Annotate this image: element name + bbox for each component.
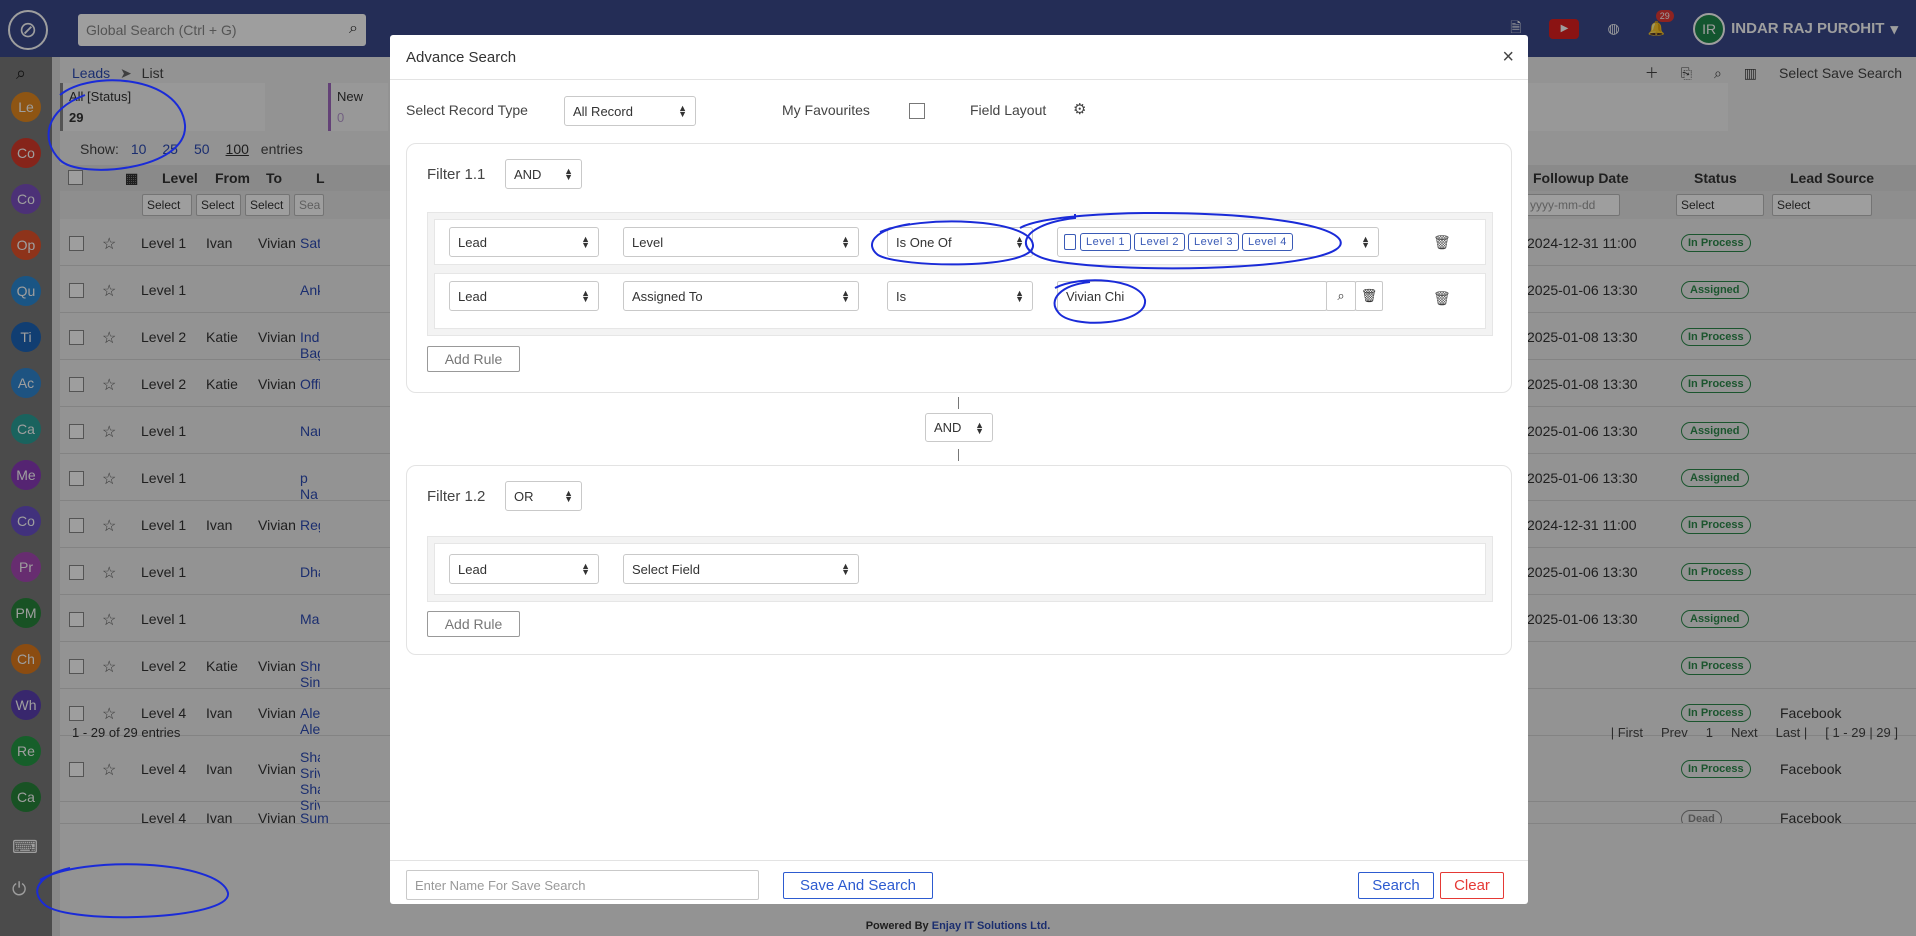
- my-favourites-label: My Favourites: [782, 102, 870, 118]
- rule-value-input[interactable]: Vivian Chi: [1057, 281, 1327, 311]
- rule-field-value: Level: [632, 234, 664, 250]
- select-caret-icon: ▲ ▼: [1015, 288, 1024, 304]
- close-icon[interactable]: ×: [1502, 46, 1514, 69]
- modal-footer: Enter Name For Save Search Save And Sear…: [390, 860, 1528, 904]
- select-caret-icon: ▲ ▼: [581, 561, 590, 577]
- rules-container: Lead ▲ ▼ Level ▲ ▼ Is One Of ▲ ▼ Level 1 Level…: [427, 212, 1493, 336]
- rule-condition-value: Is One Of: [896, 234, 952, 250]
- select-caret-icon: ▲ ▼: [841, 288, 850, 304]
- rule-field-value: Select Field: [632, 561, 700, 577]
- rule-module-value: Lead: [458, 234, 487, 250]
- rule-module-select[interactable]: Lead ▲ ▼: [449, 227, 599, 257]
- filter-group-1: Filter 1.1 AND ▲ ▼ Lead ▲ ▼ Level ▲ ▼ Is One O…: [406, 143, 1512, 393]
- select-caret-icon: ▲ ▼: [841, 234, 850, 250]
- clear-value-icon[interactable]: 🗑: [1355, 281, 1383, 311]
- save-search-name-placeholder: Enter Name For Save Search: [415, 877, 586, 893]
- rule-field-select[interactable]: Select Field ▲ ▼: [623, 554, 859, 584]
- select-caret-icon: ▲ ▼: [1361, 234, 1370, 250]
- rule-row: Lead ▲ ▼ Level ▲ ▼ Is One Of ▲ ▼ Level 1 Level…: [434, 219, 1486, 265]
- rule-row: Lead ▲ ▼ Select Field ▲ ▼: [434, 543, 1486, 595]
- select-caret-icon: ▲ ▼: [975, 420, 984, 436]
- value-tag[interactable]: Level 3: [1187, 233, 1239, 251]
- filter-group-operator-select[interactable]: AND ▲ ▼: [505, 159, 582, 189]
- field-layout-label: Field Layout: [970, 102, 1047, 118]
- select-caret-icon: ▲ ▼: [581, 234, 590, 250]
- rule-value-multiselect[interactable]: Level 1 Level 2 Level 3 Level 4 ▲ ▼: [1057, 227, 1379, 257]
- rule-field-select[interactable]: Level ▲ ▼: [623, 227, 859, 257]
- record-type-select[interactable]: All Record ▲ ▼: [564, 96, 696, 126]
- lookup-search-icon[interactable]: ⌕: [1326, 281, 1356, 311]
- add-rule-button[interactable]: Add Rule: [427, 611, 520, 637]
- rule-field-value: Assigned To: [632, 288, 703, 304]
- filter-group-operator-select[interactable]: OR ▲ ▼: [505, 481, 582, 511]
- record-type-value: All Record: [573, 103, 633, 119]
- add-rule-button[interactable]: Add Rule: [427, 346, 520, 372]
- rule-value-text: Vivian Chi: [1066, 288, 1125, 304]
- rule-condition-select[interactable]: Is ▲ ▼: [887, 281, 1033, 311]
- rule-field-select[interactable]: Assigned To ▲ ▼: [623, 281, 859, 311]
- select-caret-icon: ▲ ▼: [678, 103, 687, 119]
- value-tag[interactable]: Level 2: [1133, 233, 1185, 251]
- filter-group-title: Filter 1.1: [427, 166, 486, 183]
- my-favourites-checkbox[interactable]: [909, 103, 925, 119]
- rule-module-select[interactable]: Lead ▲ ▼: [449, 554, 599, 584]
- value-tag[interactable]: Level 1: [1080, 233, 1131, 251]
- select-caret-icon: ▲ ▼: [564, 166, 573, 182]
- filter-group-2: Filter 1.2 OR ▲ ▼ Lead ▲ ▼ Select Field ▲ ▼ Ad…: [406, 465, 1512, 655]
- select-caret-icon: ▲ ▼: [581, 288, 590, 304]
- connector-line: [958, 397, 959, 409]
- select-caret-icon: ▲ ▼: [1015, 234, 1024, 250]
- group-join-operator-value: AND: [934, 420, 962, 435]
- select-caret-icon: ▲ ▼: [841, 561, 850, 577]
- delete-rule-icon[interactable]: 🗑: [1433, 234, 1451, 251]
- group-join-operator-select[interactable]: AND ▲ ▼: [925, 413, 993, 442]
- filter-group-operator-value: OR: [514, 488, 534, 504]
- search-button[interactable]: Search: [1358, 872, 1434, 899]
- value-tag[interactable]: Level 4: [1241, 233, 1293, 251]
- rule-condition-value: Is: [896, 288, 907, 304]
- rules-container: Lead ▲ ▼ Select Field ▲ ▼: [427, 536, 1493, 602]
- rule-module-value: Lead: [458, 561, 487, 577]
- multiselect-checkbox[interactable]: [1064, 234, 1076, 250]
- save-and-search-button[interactable]: Save And Search: [783, 872, 933, 899]
- connector-line: [958, 449, 959, 461]
- rule-row: Lead ▲ ▼ Assigned To ▲ ▼ Is ▲ ▼ Vivian Chi ⌕ 🗑…: [434, 273, 1486, 329]
- modal-header: Advance Search: [390, 35, 1528, 80]
- rule-module-value: Lead: [458, 288, 487, 304]
- save-search-name-input[interactable]: Enter Name For Save Search: [406, 870, 759, 900]
- modal-title: Advance Search: [406, 48, 517, 66]
- clear-button[interactable]: Clear: [1440, 872, 1504, 899]
- filter-group-title: Filter 1.2: [427, 488, 486, 505]
- advance-search-modal: Advance Search × Select Record Type All …: [390, 35, 1528, 904]
- filter-group-operator-value: AND: [514, 166, 542, 182]
- select-caret-icon: ▲ ▼: [564, 488, 573, 504]
- gear-icon[interactable]: ⚙: [1073, 100, 1086, 118]
- rule-module-select[interactable]: Lead ▲ ▼: [449, 281, 599, 311]
- delete-rule-icon[interactable]: 🗑: [1433, 290, 1451, 307]
- record-type-label: Select Record Type: [406, 102, 528, 118]
- rule-condition-select[interactable]: Is One Of ▲ ▼: [887, 227, 1033, 257]
